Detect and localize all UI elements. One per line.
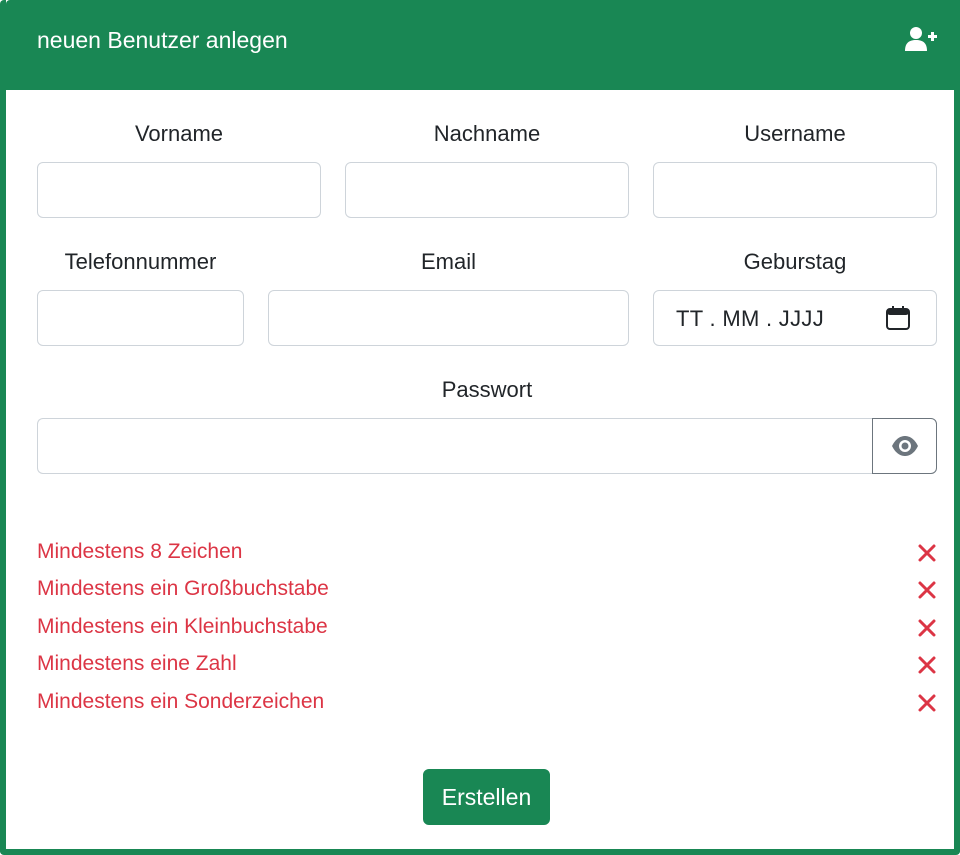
password-rule: Mindestens ein Sonderzeichen: [37, 688, 937, 718]
email-label: Email: [420, 249, 476, 274]
password-rule: Mindestens ein Großbuchstabe: [37, 575, 937, 605]
vorname-input[interactable]: [37, 162, 321, 218]
toggle-password-button[interactable]: [872, 418, 937, 474]
passwort-input[interactable]: [37, 418, 873, 474]
x-icon: [917, 618, 937, 638]
username-label: Username: [744, 121, 846, 146]
user-plus-icon: [904, 25, 938, 53]
rule-text: Mindestens ein Kleinbuchstabe: [37, 615, 328, 638]
calendar-icon[interactable]: [885, 305, 911, 331]
x-icon: [917, 543, 937, 563]
geburtstag-label: Geburstag: [743, 249, 847, 274]
vorname-label: Vorname: [134, 121, 224, 146]
eye-icon: [892, 436, 918, 456]
email-input[interactable]: [268, 290, 629, 346]
rule-text: Mindestens 8 Zeichen: [37, 540, 243, 563]
geburtstag-input[interactable]: TT . MM . JJJJ: [653, 290, 937, 346]
card-header: neuen Benutzer anlegen: [6, 0, 960, 90]
telefonnummer-label: Telefonnummer: [64, 249, 217, 274]
password-rule: Mindestens eine Zahl: [37, 650, 937, 680]
telefonnummer-input[interactable]: [37, 290, 244, 346]
password-rule: Mindestens 8 Zeichen: [37, 538, 937, 568]
create-user-card: neuen Benutzer anlegen Vorname Nachname …: [0, 0, 960, 855]
x-icon: [917, 693, 937, 713]
x-icon: [917, 580, 937, 600]
rule-text: Mindestens ein Großbuchstabe: [37, 577, 329, 600]
date-placeholder: TT . MM . JJJJ: [676, 306, 825, 331]
erstellen-button[interactable]: Erstellen: [423, 769, 550, 825]
card-title: neuen Benutzer anlegen: [37, 27, 288, 53]
username-input[interactable]: [653, 162, 937, 218]
passwort-label: Passwort: [441, 377, 533, 402]
password-rule: Mindestens ein Kleinbuchstabe: [37, 613, 937, 643]
nachname-label: Nachname: [433, 121, 541, 146]
rule-text: Mindestens eine Zahl: [37, 652, 237, 675]
x-icon: [917, 655, 937, 675]
nachname-input[interactable]: [345, 162, 629, 218]
rule-text: Mindestens ein Sonderzeichen: [37, 690, 325, 713]
